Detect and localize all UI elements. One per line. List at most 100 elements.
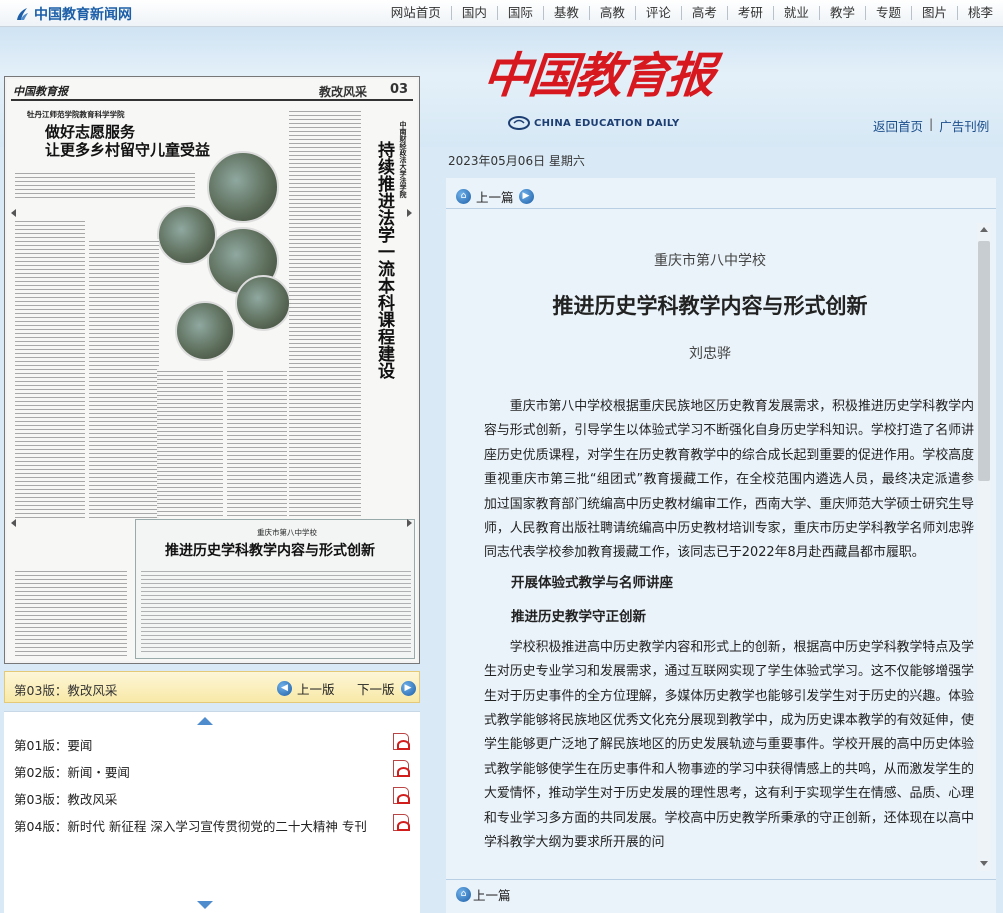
pdf-icon[interactable] — [393, 733, 410, 750]
paper-text-block — [89, 239, 159, 519]
article-scrollbar[interactable] — [977, 223, 991, 871]
issue-date-value: 2023年05月06日 — [448, 154, 546, 168]
issue-weekday: 星期六 — [548, 154, 585, 168]
topnav-gaokao[interactable]: 高考 — [680, 6, 727, 20]
paper-text-block — [157, 369, 223, 519]
article-subheading: 开展体验式教学与名师讲座 — [511, 574, 673, 591]
site-name: 中国教育新闻网 — [34, 7, 132, 23]
masthead-subtitle-text: CHINA EDUCATION DAILY — [534, 117, 680, 129]
paper-masthead: 中国教育报 — [13, 85, 68, 98]
topnav-international[interactable]: 国际 — [496, 6, 543, 20]
next-page-button[interactable]: 下一版 ▶ — [357, 679, 416, 698]
scroll-down-icon[interactable] — [197, 901, 213, 909]
topnav-higher-edu[interactable]: 高教 — [588, 6, 635, 20]
scroll-up-icon[interactable] — [197, 717, 213, 725]
top-nav: 网站首页 国内 国际 基教 高教 评论 高考 考研 就业 教学 专题 图片 桃李 — [381, 0, 1003, 26]
pdf-icon[interactable] — [393, 814, 410, 831]
header-link-separator: | — [929, 116, 934, 131]
paper-text-block — [15, 219, 85, 519]
page-nav-bar: 第03版：教改风采 ◀ 上一版 下一版 ▶ — [4, 671, 420, 703]
paper-photo — [157, 205, 217, 265]
page-list-item[interactable]: 第04版：新时代 新征程 深入学习宣传贯彻党的二十大精神 专刊 — [14, 814, 414, 834]
newspaper-page-image[interactable]: 中国教育报 教改风采 03 牡丹江师范学院教育科学学院 做好志愿服务 让更多乡村… — [7, 79, 417, 661]
paper-right-arrow-icon — [407, 519, 412, 527]
paper-text-block — [15, 569, 127, 657]
prev-article-link[interactable]: 上一篇 — [476, 187, 514, 206]
topnav-teaching[interactable]: 教学 — [818, 6, 865, 20]
paper-article3-kicker: 重庆市第八中学校 — [257, 528, 317, 537]
ads-link[interactable]: 广告刊例 — [939, 116, 989, 135]
divider — [446, 208, 996, 209]
home-circle-icon[interactable]: ⌂ — [456, 189, 471, 204]
paper-photo — [175, 301, 235, 361]
article-paragraph: 学校积极推进高中历史教学内容和形式上的创新，根据高中历史学科教学特点及学生对历史… — [484, 639, 974, 851]
topnav-domestic[interactable]: 国内 — [450, 6, 497, 20]
paper-photo — [207, 151, 279, 223]
article-paragraph: 重庆市第八中学校根据重庆民族地区历史教育发展需求，积极推进历史学科教学内容与形式… — [484, 399, 974, 561]
page-list-item[interactable]: 第03版：教改风采 — [14, 787, 414, 807]
article-nav-top: ⌂ 上一篇 ▶ — [456, 187, 539, 206]
paper-article1-kicker: 牡丹江师范学院教育科学学院 — [27, 110, 125, 119]
page-list-item[interactable]: 第02版：新闻・要闻 — [14, 760, 414, 780]
date-bar: 2023年05月06日 星期六 — [447, 151, 996, 171]
paper-article2-kicker: 中南财经政法大学法学院 — [399, 121, 407, 198]
paper-page-number: 03 — [390, 82, 409, 97]
masthead-title: 中国教育报 — [480, 48, 716, 104]
paper-article3-title: 推进历史学科教学内容与形式创新 — [165, 543, 375, 559]
paper-article1-title-line2: 让更多乡村留守儿童受益 — [45, 141, 211, 159]
paper-rule — [11, 99, 413, 101]
paper-left-arrow-icon — [11, 209, 16, 217]
paper-right-arrow-icon — [407, 209, 412, 217]
masthead-subtitle: CHINA EDUCATION DAILY — [508, 116, 680, 130]
page-list: 第01版：要闻 第02版：新闻・要闻 第03版：教改风采 第04版：新时代 新征… — [4, 711, 420, 913]
cedu-logo-icon — [508, 116, 530, 130]
article-subheading: 推进历史教学守正创新 — [511, 608, 646, 625]
topnav-topics[interactable]: 专题 — [864, 6, 911, 20]
article-nav-bottom: ⌂ 上一篇 — [456, 885, 511, 904]
next-page-label: 下一版 — [357, 682, 395, 697]
prev-page-label: 上一版 — [297, 682, 335, 697]
topnav-comment[interactable]: 评论 — [634, 6, 681, 20]
site-logo-icon — [17, 8, 28, 20]
divider — [446, 879, 996, 880]
paper-text-block — [289, 109, 361, 519]
article-author: 刘忠骅 — [689, 346, 731, 362]
prev-page-button[interactable]: ◀ 上一版 — [277, 679, 335, 698]
topnav-kaoyan[interactable]: 考研 — [726, 6, 773, 20]
paper-left-arrow-icon — [11, 519, 16, 527]
scrollbar-thumb[interactable] — [978, 241, 990, 481]
topnav-pictures[interactable]: 图片 — [910, 6, 957, 20]
article-kicker: 重庆市第八中学校 — [654, 253, 766, 269]
topnav-taoli[interactable]: 桃李 — [956, 6, 1003, 20]
paper-photo — [235, 275, 291, 331]
article-panel: ⌂ 上一篇 ▶ 重庆市第八中学校 推进历史学科教学内容与形式创新 刘忠骅 重庆市… — [446, 178, 996, 913]
issue-date: 2023年05月06日 星期六 — [448, 152, 585, 169]
paper-text-block — [15, 171, 195, 201]
paper-section-name: 教改风采 — [319, 85, 368, 99]
prev-article-link-bottom[interactable]: 上一篇 — [473, 885, 511, 904]
page-list-item-label: 第02版：新闻・要闻 — [14, 765, 130, 780]
current-page-label: 第03版：教改风采 — [14, 683, 118, 698]
home-link[interactable]: 返回首页 — [873, 116, 923, 135]
scroll-up-arrow-icon[interactable] — [980, 227, 988, 232]
article-body: 重庆市第八中学校根据重庆民族地区历史教育发展需求，积极推进历史学科教学内容与形式… — [484, 395, 974, 856]
arrow-right-icon: ▶ — [400, 681, 416, 696]
newspaper-page-frame: 中国教育报 教改风采 03 牡丹江师范学院教育科学学院 做好志愿服务 让更多乡村… — [4, 76, 420, 664]
paper-text-block — [227, 369, 287, 519]
site-logo[interactable]: 中国教育新闻网 — [14, 4, 132, 24]
header-links: 返回首页 | 广告刊例 — [873, 116, 989, 135]
topnav-jobs[interactable]: 就业 — [772, 6, 819, 20]
scroll-down-arrow-icon[interactable] — [980, 861, 988, 866]
topnav-home[interactable]: 网站首页 — [381, 6, 451, 20]
pdf-icon[interactable] — [393, 760, 410, 777]
page-list-item-label: 第01版：要闻 — [14, 738, 93, 753]
pdf-icon[interactable] — [393, 787, 410, 804]
article-title: 推进历史学科教学内容与形式创新 — [552, 293, 868, 318]
page-list-item-label: 第03版：教改风采 — [14, 792, 118, 807]
topnav-basic-edu[interactable]: 基教 — [542, 6, 589, 20]
arrow-right-icon[interactable]: ▶ — [518, 189, 534, 204]
page-list-item[interactable]: 第01版：要闻 — [14, 733, 414, 753]
article-scroll-area[interactable]: 重庆市第八中学校 推进历史学科教学内容与形式创新 刘忠骅 重庆市第八中学校根据重… — [446, 223, 996, 871]
home-circle-icon[interactable]: ⌂ — [456, 887, 471, 902]
paper-article2-title: 持续推进法学一流本科课程建设 — [374, 141, 394, 379]
